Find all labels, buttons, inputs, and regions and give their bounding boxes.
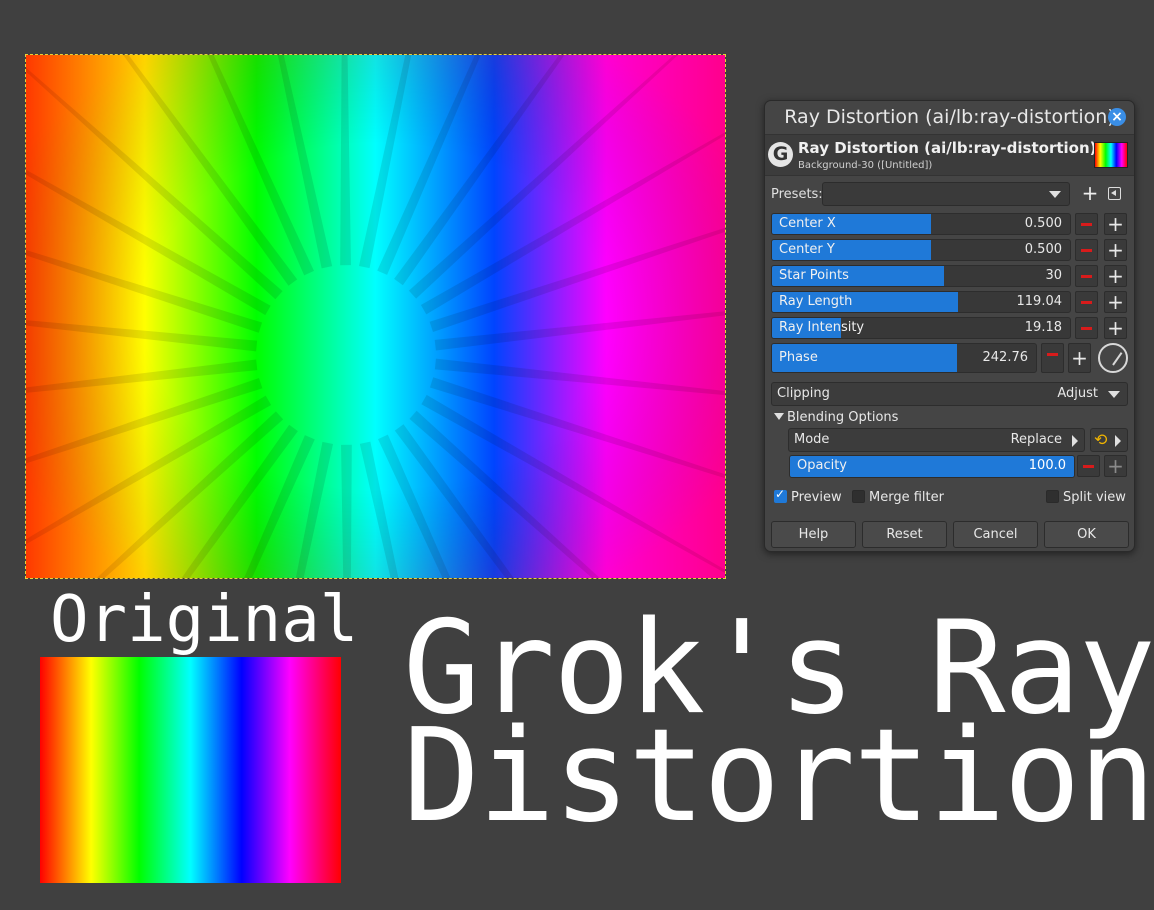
expander-arrow-icon bbox=[774, 413, 784, 420]
dialog-header: G Ray Distortion (ai/lb:ray-distortion) … bbox=[765, 134, 1134, 176]
presets-menu-icon[interactable] bbox=[1108, 187, 1121, 200]
gimp-logo-icon: G bbox=[768, 142, 793, 167]
slider-value: 19.18 bbox=[1024, 320, 1062, 335]
phase-dial-icon[interactable] bbox=[1098, 343, 1128, 373]
original-label: Original bbox=[50, 583, 359, 657]
composite-options-button[interactable]: ⟲ bbox=[1090, 428, 1128, 452]
mode-dropdown[interactable]: Mode Replace bbox=[788, 428, 1085, 452]
presets-dropdown[interactable] bbox=[822, 182, 1070, 206]
help-button[interactable]: Help bbox=[771, 521, 856, 548]
phase-increase-button[interactable] bbox=[1068, 343, 1091, 373]
slider-label: Center X bbox=[779, 216, 836, 231]
chevron-down-icon bbox=[1108, 391, 1120, 398]
ok-button[interactable]: OK bbox=[1044, 521, 1129, 548]
star-points-slider[interactable]: Star Points 30 bbox=[771, 265, 1071, 287]
original-swatch bbox=[40, 657, 341, 883]
cancel-button[interactable]: Cancel bbox=[953, 521, 1038, 548]
center-x-increase-button[interactable] bbox=[1104, 213, 1127, 235]
slider-value: 30 bbox=[1045, 268, 1062, 283]
ray-intensity-decrease-button[interactable] bbox=[1075, 317, 1098, 339]
center-x-decrease-button[interactable] bbox=[1075, 213, 1098, 235]
opacity-slider[interactable]: Opacity 100.0 bbox=[789, 455, 1075, 478]
merge-filter-checkbox[interactable]: Merge filter bbox=[852, 490, 944, 505]
opacity-increase-button[interactable] bbox=[1104, 455, 1127, 477]
opacity-decrease-button[interactable] bbox=[1077, 455, 1100, 477]
ray-distortion-dialog: Ray Distortion (ai/lb:ray-distortion) × … bbox=[764, 100, 1135, 552]
ray-length-increase-button[interactable] bbox=[1104, 291, 1127, 313]
center-y-slider[interactable]: Center Y 0.500 bbox=[771, 239, 1071, 261]
layer-thumbnail bbox=[1094, 142, 1128, 168]
center-x-slider[interactable]: Center X 0.500 bbox=[771, 213, 1071, 235]
slider-value: 0.500 bbox=[1024, 216, 1062, 231]
presets-label: Presets: bbox=[771, 187, 823, 202]
chevron-right-icon bbox=[1072, 435, 1078, 447]
slider-label: Phase bbox=[779, 350, 818, 365]
mode-label: Mode bbox=[794, 432, 830, 447]
header-title: Ray Distortion (ai/lb:ray-distortion) bbox=[798, 139, 1097, 157]
checkbox-checked-icon bbox=[774, 487, 787, 503]
preview-checkbox[interactable]: Preview bbox=[774, 487, 842, 505]
slider-label: Ray Intensity bbox=[779, 320, 865, 335]
mode-value: Replace bbox=[1010, 432, 1062, 447]
slider-value: 100.0 bbox=[1028, 458, 1066, 473]
distorted-image bbox=[26, 55, 725, 578]
checkbox-unchecked-icon bbox=[1046, 490, 1059, 503]
ray-length-decrease-button[interactable] bbox=[1075, 291, 1098, 313]
slider-value: 119.04 bbox=[1016, 294, 1063, 309]
slider-label: Center Y bbox=[779, 242, 835, 257]
center-y-increase-button[interactable] bbox=[1104, 239, 1127, 261]
header-subtitle: Background-30 ([Untitled]) bbox=[798, 160, 933, 171]
clipping-value: Adjust bbox=[1057, 386, 1098, 401]
blending-options-label: Blending Options bbox=[787, 410, 899, 425]
center-y-decrease-button[interactable] bbox=[1075, 239, 1098, 261]
title-line-2: Distortion bbox=[403, 702, 1154, 851]
slider-label: Ray Length bbox=[779, 294, 853, 309]
dialog-titlebar[interactable]: Ray Distortion (ai/lb:ray-distortion) bbox=[765, 101, 1134, 133]
close-icon[interactable]: × bbox=[1108, 108, 1126, 126]
clipping-label: Clipping bbox=[777, 386, 830, 401]
ray-intensity-increase-button[interactable] bbox=[1104, 317, 1127, 339]
checkbox-unchecked-icon bbox=[852, 490, 865, 503]
chevron-down-icon bbox=[1049, 191, 1061, 198]
preview-label: Preview bbox=[791, 490, 842, 505]
star-points-decrease-button[interactable] bbox=[1075, 265, 1098, 287]
phase-slider[interactable]: Phase 242.76 bbox=[771, 343, 1037, 373]
split-view-label: Split view bbox=[1063, 490, 1126, 505]
reset-icon: ⟲ bbox=[1094, 430, 1108, 449]
slider-value: 242.76 bbox=[982, 350, 1029, 365]
slider-label: Opacity bbox=[797, 458, 848, 473]
big-title: Grok's Ray Distortion bbox=[403, 605, 1154, 851]
star-points-increase-button[interactable] bbox=[1104, 265, 1127, 287]
phase-decrease-button[interactable] bbox=[1041, 343, 1064, 373]
ray-intensity-slider[interactable]: Ray Intensity 19.18 bbox=[771, 317, 1071, 339]
chevron-right-icon bbox=[1115, 435, 1121, 447]
add-preset-icon[interactable]: + bbox=[1080, 182, 1100, 206]
ray-length-slider[interactable]: Ray Length 119.04 bbox=[771, 291, 1071, 313]
split-view-checkbox[interactable]: Split view bbox=[1046, 490, 1126, 505]
slider-label: Star Points bbox=[779, 268, 849, 283]
reset-button[interactable]: Reset bbox=[862, 521, 947, 548]
blending-options-expander[interactable]: Blending Options bbox=[774, 410, 898, 425]
slider-value: 0.500 bbox=[1024, 242, 1062, 257]
image-canvas[interactable] bbox=[25, 54, 726, 579]
merge-filter-label: Merge filter bbox=[869, 490, 944, 505]
clipping-dropdown[interactable]: Clipping Adjust bbox=[771, 382, 1128, 406]
